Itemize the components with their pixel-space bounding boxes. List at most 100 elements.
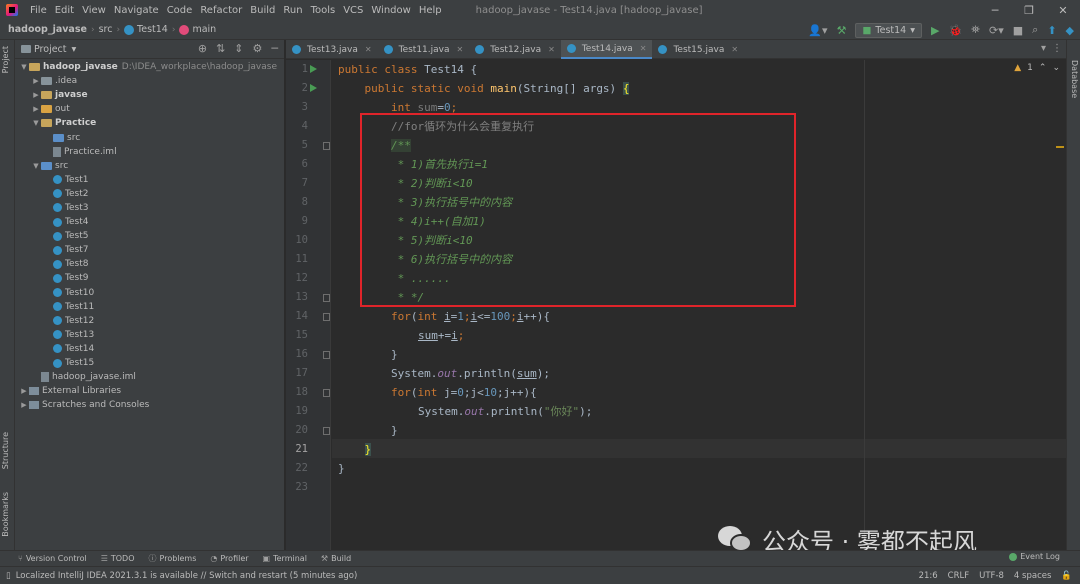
chevron-right-icon[interactable]: ▶	[31, 105, 41, 113]
project-panel-title[interactable]: Project	[34, 44, 67, 55]
fold-icon[interactable]	[323, 427, 330, 435]
profiler-button[interactable]: ◔ Profiler	[210, 554, 248, 563]
tree-item[interactable]: ▶ External Libraries	[15, 384, 284, 398]
update-icon[interactable]: ⬆	[1047, 24, 1056, 37]
menu-navigate[interactable]: Navigate	[110, 5, 163, 16]
menu-file[interactable]: File	[26, 5, 51, 16]
todo-button[interactable]: ☰ TODO	[101, 554, 135, 563]
close-icon[interactable]: ✕	[640, 44, 647, 53]
locate-icon[interactable]: ⊕	[198, 42, 207, 55]
tree-item[interactable]: ▶ .idea	[15, 74, 284, 88]
tab-test13[interactable]: Test13.java ✕	[286, 40, 378, 59]
tree-item[interactable]: Test1	[15, 173, 284, 187]
version-control-button[interactable]: ⑂ Version Control	[18, 554, 87, 563]
gear-icon[interactable]: ⚙	[253, 42, 263, 55]
chevron-right-icon[interactable]: ▶	[19, 387, 29, 395]
chevron-down-icon[interactable]: ▼	[31, 162, 41, 170]
menu-refactor[interactable]: Refactor	[196, 5, 246, 16]
problems-button[interactable]: ⓘ Problems	[149, 553, 197, 564]
menu-code[interactable]: Code	[163, 5, 197, 16]
menu-edit[interactable]: Edit	[51, 5, 78, 16]
fold-icon[interactable]	[323, 294, 330, 302]
tree-item[interactable]: Test4	[15, 215, 284, 229]
chevron-down-icon[interactable]: ▾	[72, 44, 77, 55]
fold-icon[interactable]	[323, 313, 330, 321]
expand-all-icon[interactable]: ⇅	[216, 42, 225, 55]
tree-item[interactable]: hadoop_javase.iml	[15, 370, 284, 384]
line-separator[interactable]: CRLF	[948, 571, 969, 581]
jetbrains-toolbox-icon[interactable]: ◆	[1066, 24, 1074, 37]
terminal-button[interactable]: ▣ Terminal	[263, 554, 307, 563]
tree-item[interactable]: Test15	[15, 356, 284, 370]
coverage-icon[interactable]: ⛯	[971, 23, 980, 37]
run-config-select[interactable]: ■ Test14 ▾	[855, 22, 922, 38]
tree-item[interactable]: Test11	[15, 300, 284, 314]
close-icon[interactable]: ✕	[365, 45, 372, 54]
chevron-right-icon[interactable]: ▶	[31, 77, 41, 85]
breadcrumb-class[interactable]: Test14	[124, 24, 168, 35]
search-icon[interactable]: ⌕	[1032, 23, 1038, 37]
tree-item[interactable]: Practice.iml	[15, 145, 284, 159]
run-gutter-icon[interactable]	[310, 65, 317, 73]
close-icon[interactable]: ✕	[457, 45, 464, 54]
fold-icon[interactable]	[323, 142, 330, 150]
close-icon[interactable]: ✕	[1046, 0, 1080, 20]
tree-item[interactable]: Test12	[15, 314, 284, 328]
close-icon[interactable]: ✕	[731, 45, 738, 54]
structure-tool-button[interactable]: Structure	[1, 432, 10, 469]
menu-run[interactable]: Run	[279, 5, 306, 16]
chevron-up-icon[interactable]: ⌃	[1039, 63, 1047, 73]
tree-item[interactable]: Test5	[15, 229, 284, 243]
bookmarks-tool-button[interactable]: Bookmarks	[1, 492, 10, 537]
tree-item[interactable]: Test7	[15, 243, 284, 257]
build-hammer-icon[interactable]: ⚒	[837, 24, 847, 37]
tree-item[interactable]: ▼ Practice	[15, 116, 284, 130]
database-tool-button[interactable]: Database	[1070, 60, 1079, 98]
chevron-down-icon[interactable]: ⌄	[1052, 63, 1060, 73]
menu-help[interactable]: Help	[415, 5, 446, 16]
run-gutter-icon[interactable]	[310, 84, 317, 92]
breadcrumb-folder[interactable]: src	[99, 24, 113, 35]
tree-item[interactable]: ▶ out	[15, 102, 284, 116]
tree-item[interactable]: src	[15, 130, 284, 144]
chevron-right-icon[interactable]: ▶	[31, 91, 41, 99]
tree-item[interactable]: ▶ Scratches and Consoles	[15, 398, 284, 412]
caret-position[interactable]: 21:6	[919, 571, 938, 581]
menu-window[interactable]: Window	[367, 5, 414, 16]
tree-item[interactable]: Test10	[15, 286, 284, 300]
tree-item[interactable]: Test3	[15, 201, 284, 215]
chevron-down-icon[interactable]: ▼	[31, 119, 41, 127]
tree-item[interactable]: Test13	[15, 328, 284, 342]
error-stripe-mark[interactable]	[1056, 146, 1064, 148]
tab-list-icon[interactable]: ▾	[1041, 43, 1046, 54]
minimize-icon[interactable]: ─	[978, 0, 1012, 20]
tree-item[interactable]: ▶ javase	[15, 88, 284, 102]
stop-icon[interactable]: ■	[1013, 24, 1023, 37]
tab-test11[interactable]: Test11.java ✕	[378, 40, 470, 59]
more-icon[interactable]: ⋮	[1052, 43, 1062, 54]
tree-item[interactable]: Test2	[15, 187, 284, 201]
debug-icon[interactable]: 🐞	[948, 24, 962, 37]
project-tool-button[interactable]: Project	[1, 46, 10, 73]
menu-tools[interactable]: Tools	[307, 5, 340, 16]
event-log-button[interactable]: Event Log	[1009, 552, 1060, 561]
lock-icon[interactable]: 🔓	[1061, 571, 1072, 581]
fold-icon[interactable]	[323, 351, 330, 359]
tree-item[interactable]: Test8	[15, 257, 284, 271]
close-icon[interactable]: ✕	[548, 45, 555, 54]
user-icon[interactable]: 👤▾	[808, 24, 827, 37]
status-message[interactable]: Localized IntelliJ IDEA 2021.3.1 is avai…	[16, 571, 358, 581]
chevron-right-icon[interactable]: ▶	[19, 401, 29, 409]
hide-icon[interactable]: ─	[271, 42, 278, 55]
build-button[interactable]: ⚒ Build	[321, 554, 351, 563]
tree-item[interactable]: Test9	[15, 271, 284, 285]
menu-vcs[interactable]: VCS	[339, 5, 367, 16]
inspection-widget[interactable]: ▲ 1 ⌃ ⌄	[1014, 63, 1060, 73]
indent-setting[interactable]: 4 spaces	[1014, 571, 1051, 581]
profile-icon[interactable]: ⟳▾	[989, 24, 1004, 37]
tree-item[interactable]: ▼ src	[15, 159, 284, 173]
code-editor[interactable]: public class Test14 { public static void…	[332, 60, 1066, 550]
tree-item[interactable]: ▼ hadoop_javase D:\IDEA_workplace\hadoop_j…	[15, 60, 284, 74]
restore-icon[interactable]: ❐	[1012, 0, 1046, 20]
breadcrumb-project[interactable]: hadoop_javase	[8, 24, 87, 35]
